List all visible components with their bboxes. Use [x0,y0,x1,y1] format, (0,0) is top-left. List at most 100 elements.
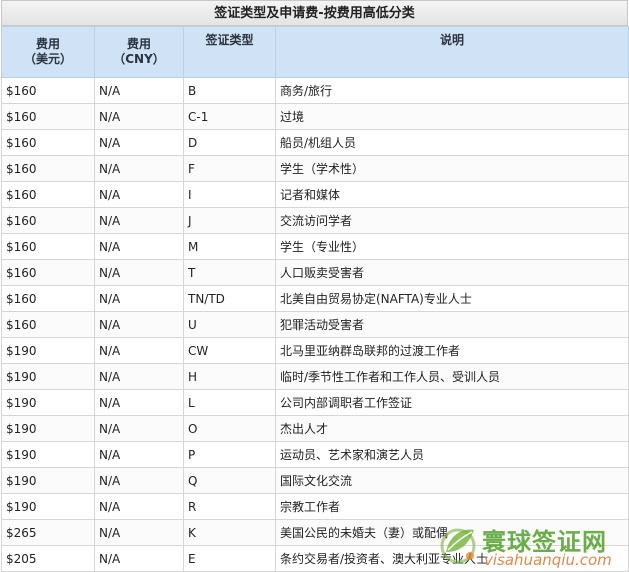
header-description-label: 说明 [439,33,464,47]
cell-fee-usd: $160 [1,285,95,312]
header-fee-cny-line1: 费用 [126,37,151,51]
cell-fee-cny: N/A [94,155,184,182]
cell-fee-usd: $190 [1,493,95,520]
cell-description: 杰出人才 [275,415,629,442]
cell-fee-cny: N/A [94,415,184,442]
cell-fee-usd: $265 [1,519,95,546]
visa-fee-table-panel: 签证类型及申请费-按费用高低分类 费用 （美元） 费用 （CNY） 签证类型 说… [1,0,629,572]
cell-description: 北马里亚纳群岛联邦的过渡工作者 [275,337,629,364]
cell-visa-type: U [183,311,276,338]
header-fee-cny: 费用 （CNY） [94,26,184,78]
cell-visa-type: CW [183,337,276,364]
cell-visa-type: E [183,545,276,572]
cell-fee-usd: $160 [1,181,95,208]
cell-fee-usd: $160 [1,207,95,234]
table-row: $160 N/A U 犯罪活动受害者 [1,311,629,338]
cell-visa-type: H [183,363,276,390]
cell-fee-usd: $160 [1,233,95,260]
cell-visa-type: P [183,441,276,468]
cell-description: 宗教工作者 [275,493,629,520]
cell-description: 学生（学术性） [275,155,629,182]
table-row: $160 N/A J 交流访问学者 [1,207,629,234]
cell-visa-type: O [183,415,276,442]
cell-description: 条约交易者/投资者、澳大利亚专业人士 [275,545,629,572]
cell-visa-type: C-1 [183,103,276,130]
cell-fee-cny: N/A [94,311,184,338]
cell-description: 运动员、艺术家和演艺人员 [275,441,629,468]
cell-fee-usd: $190 [1,415,95,442]
cell-description: 国际文化交流 [275,467,629,494]
cell-fee-usd: $190 [1,389,95,416]
cell-description: 学生（专业性） [275,233,629,260]
cell-fee-usd: $190 [1,337,95,364]
cell-fee-usd: $190 [1,441,95,468]
table-row: $265 N/A K 美国公民的未婚夫（妻）或配偶 [1,519,629,546]
table-row: $190 N/A Q 国际文化交流 [1,467,629,494]
cell-fee-usd: $205 [1,545,95,572]
cell-fee-usd: $160 [1,129,95,156]
table-row: $160 N/A I 记者和媒体 [1,181,629,208]
cell-fee-cny: N/A [94,207,184,234]
cell-visa-type: TN/TD [183,285,276,312]
cell-description: 交流访问学者 [275,207,629,234]
table-row: $190 N/A CW 北马里亚纳群岛联邦的过渡工作者 [1,337,629,364]
cell-visa-type: F [183,155,276,182]
cell-fee-cny: N/A [94,337,184,364]
table-row: $160 N/A TN/TD 北美自由贸易协定(NAFTA)专业人士 [1,285,629,312]
cell-fee-cny: N/A [94,77,184,104]
header-visa-type: 签证类型 [183,26,276,78]
cell-description: 商务/旅行 [275,77,629,104]
table-row: $190 N/A P 运动员、艺术家和演艺人员 [1,441,629,468]
cell-visa-type: T [183,259,276,286]
cell-fee-usd: $190 [1,363,95,390]
cell-fee-usd: $160 [1,311,95,338]
header-visa-type-label: 签证类型 [205,33,254,47]
cell-description: 人口贩卖受害者 [275,259,629,286]
cell-fee-cny: N/A [94,259,184,286]
cell-fee-cny: N/A [94,103,184,130]
cell-visa-type: I [183,181,276,208]
cell-fee-usd: $190 [1,467,95,494]
header-fee-usd: 费用 （美元） [1,26,95,78]
table-row: $160 N/A F 学生（学术性） [1,155,629,182]
cell-fee-cny: N/A [94,493,184,520]
cell-fee-cny: N/A [94,441,184,468]
table-title: 签证类型及申请费-按费用高低分类 [1,0,628,26]
cell-fee-cny: N/A [94,129,184,156]
cell-fee-cny: N/A [94,285,184,312]
cell-fee-usd: $160 [1,259,95,286]
cell-visa-type: D [183,129,276,156]
cell-visa-type: R [183,493,276,520]
cell-description: 船员/机组人员 [275,129,629,156]
table-row: $160 N/A C-1 过境 [1,103,629,130]
table-row: $160 N/A D 船员/机组人员 [1,129,629,156]
cell-fee-cny: N/A [94,519,184,546]
cell-visa-type: B [183,77,276,104]
cell-fee-cny: N/A [94,545,184,572]
cell-description: 记者和媒体 [275,181,629,208]
table-row: $190 N/A O 杰出人才 [1,415,629,442]
cell-fee-usd: $160 [1,77,95,104]
table-header-row: 费用 （美元） 费用 （CNY） 签证类型 说明 [1,26,629,78]
cell-fee-usd: $160 [1,103,95,130]
cell-visa-type: L [183,389,276,416]
cell-fee-cny: N/A [94,181,184,208]
table-row: $160 N/A T 人口贩卖受害者 [1,259,629,286]
cell-fee-cny: N/A [94,467,184,494]
cell-fee-cny: N/A [94,363,184,390]
cell-visa-type: Q [183,467,276,494]
table-row: $160 N/A M 学生（专业性） [1,233,629,260]
cell-fee-cny: N/A [94,233,184,260]
cell-description: 美国公民的未婚夫（妻）或配偶 [275,519,629,546]
cell-description: 过境 [275,103,629,130]
header-fee-cny-line2: （CNY） [113,52,165,66]
table-row: $190 N/A R 宗教工作者 [1,493,629,520]
cell-description: 公司内部调职者工作签证 [275,389,629,416]
header-fee-usd-line2: （美元） [23,52,72,66]
table-row: $160 N/A B 商务/旅行 [1,77,629,104]
cell-description: 北美自由贸易协定(NAFTA)专业人士 [275,285,629,312]
cell-visa-type: M [183,233,276,260]
table-row: $190 N/A H 临时/季节性工作者和工作人员、受训人员 [1,363,629,390]
cell-visa-type: J [183,207,276,234]
header-description: 说明 [275,26,629,78]
